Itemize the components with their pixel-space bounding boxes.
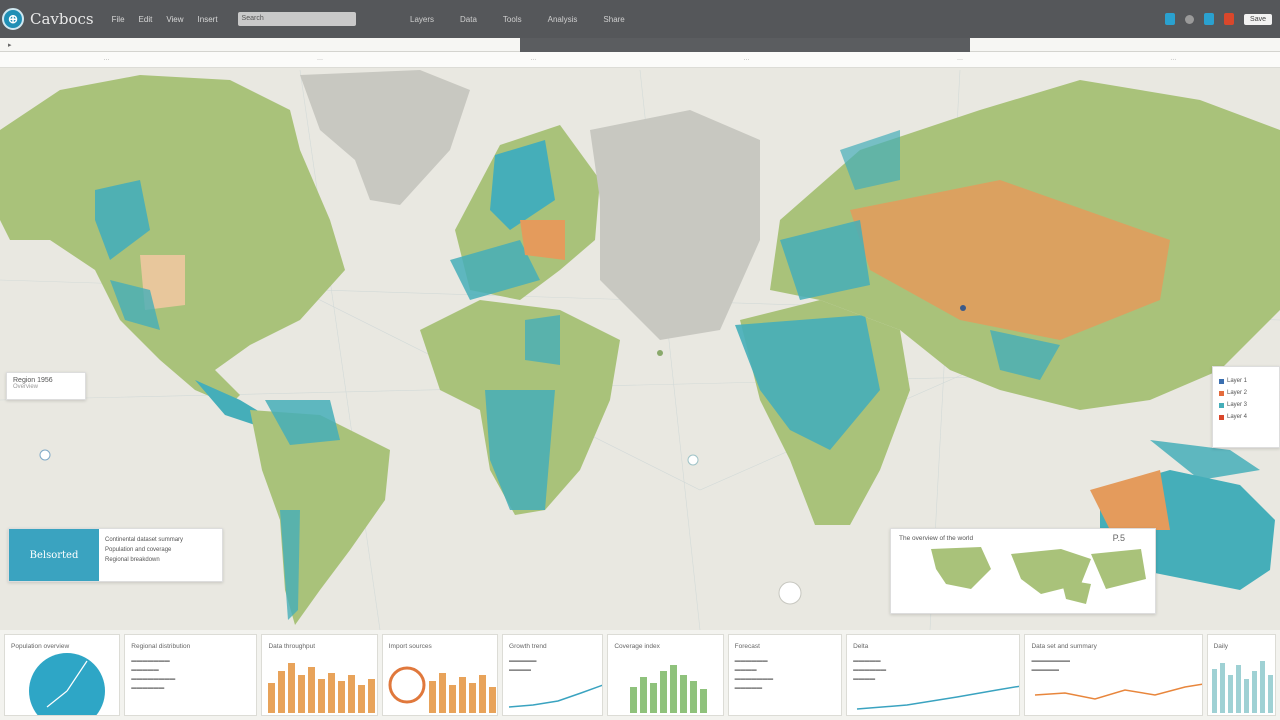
address-bar: ▸ [0, 37, 1280, 52]
feature-card[interactable]: Belsorted Continental dataset summary Po… [8, 528, 223, 582]
tab-5[interactable]: ··· [957, 57, 963, 63]
tab-1[interactable]: ··· [104, 57, 110, 63]
bar-chart-green [630, 665, 708, 713]
region-card[interactable]: Region 1956 Overview [6, 372, 86, 400]
tab-strip: ··· ··· ··· ··· ··· ··· [0, 52, 1280, 68]
user-icon[interactable] [1185, 14, 1195, 24]
line-chart-teal [508, 684, 603, 708]
legend-item: Layer 3 [1219, 399, 1273, 411]
app-logo-icon[interactable]: ⊕ [2, 8, 24, 30]
address-field[interactable] [520, 37, 970, 52]
legend-swatch [1219, 378, 1224, 384]
feature-card-line: Population and coverage [105, 547, 172, 553]
bar-chart-mixed [1211, 661, 1273, 713]
line-chart-orange [1035, 683, 1202, 700]
top-right-controls: Save [1165, 0, 1272, 38]
panel-text[interactable]: Regional distribution ▬▬▬▬▬▬▬ ▬▬▬▬▬ ▬▬▬▬▬▬… [124, 634, 258, 716]
toolbar-share[interactable]: Share [603, 15, 624, 24]
app-brand: Cavbocs [30, 10, 94, 28]
tab-6[interactable]: ··· [1170, 57, 1176, 63]
map-legend[interactable]: Layer 1 Layer 2 Layer 3 Layer 4 [1212, 366, 1280, 448]
alert-icon[interactable] [1224, 13, 1235, 25]
save-button[interactable]: Save [1244, 13, 1272, 25]
panel-lines: ▬▬▬▬▬▬ ▬▬▬▬ ▬▬▬▬▬▬▬ ▬▬▬▬▬ [734, 658, 774, 691]
toolbar-analysis[interactable]: Analysis [548, 15, 578, 24]
menu-bar: File Edit View Insert [112, 15, 218, 24]
menu-edit[interactable]: Edit [139, 15, 153, 24]
layers-icon[interactable] [1165, 13, 1176, 25]
legend-item: Layer 1 [1219, 375, 1273, 387]
map-marker [960, 305, 966, 311]
panel-bars-circle[interactable]: Import sources [381, 634, 499, 716]
tab-2[interactable]: ··· [317, 57, 323, 63]
panel-text-2[interactable]: Forecast ▬▬▬▬▬▬ ▬▬▬▬ ▬▬▬▬▬▬▬ ▬▬▬▬▬ [727, 634, 843, 716]
feature-card-title: Belsorted [29, 549, 79, 561]
map-marker [657, 350, 663, 356]
menu-file[interactable]: File [112, 15, 125, 24]
map-marker [778, 581, 802, 605]
mini-map-card[interactable]: The overview of the world P.5 [890, 528, 1156, 614]
feature-card-body: Continental dataset summary Population a… [99, 529, 189, 581]
subbar-label: ▸ [8, 41, 12, 49]
panel-bars-green[interactable]: Coverage index [607, 634, 724, 716]
panel-text-line-orange[interactable]: Data set and summary ▬▬▬▬▬▬▬ ▬▬▬▬▬ [1024, 634, 1203, 716]
map-marker [39, 449, 51, 461]
legend-swatch [1219, 390, 1224, 396]
bar-chart-orange [268, 663, 376, 713]
legend-label: Layer 4 [1227, 414, 1248, 420]
region-card-sub: Overview [13, 384, 39, 390]
legend-swatch [1219, 414, 1224, 420]
menu-insert[interactable]: Insert [198, 15, 218, 24]
gauge-chart [29, 653, 105, 715]
region-card-title: Region 1956 [13, 377, 53, 384]
tab-3[interactable]: ··· [530, 57, 536, 63]
map-marker [687, 454, 699, 466]
line-chart-teal-2 [857, 685, 1020, 710]
feature-card-line: Continental dataset summary [105, 537, 184, 543]
menu-view[interactable]: View [166, 15, 183, 24]
legend-label: Layer 2 [1227, 390, 1248, 396]
panel-title: Forecast [734, 643, 760, 650]
dashboard-panels: Population overview Regional distributio… [0, 630, 1280, 720]
mini-map-title: The overview of the world [899, 535, 974, 542]
tab-4[interactable]: ··· [744, 57, 750, 63]
bar-chart-with-ring [388, 666, 496, 713]
legend-swatch [1219, 402, 1224, 408]
panel-gauge[interactable]: Population overview [4, 634, 121, 716]
toolbar-tools[interactable]: Tools [503, 15, 522, 24]
search-input[interactable]: Search [237, 12, 356, 26]
toolbar-layers[interactable]: Layers [410, 15, 434, 24]
toolbar-actions: Layers Data Tools Analysis Share [410, 0, 625, 38]
feature-card-line: Regional breakdown [105, 557, 160, 563]
mini-map-value: P.5 [1112, 533, 1125, 543]
legend-item: Layer 2 [1219, 387, 1273, 399]
legend-label: Layer 1 [1227, 378, 1248, 384]
legend-label: Layer 3 [1227, 402, 1248, 408]
settings-icon[interactable] [1204, 13, 1215, 25]
toolbar-data[interactable]: Data [460, 15, 477, 24]
panel-lines: ▬▬▬▬▬▬▬ ▬▬▬▬▬ ▬▬▬▬▬▬▬▬ ▬▬▬▬▬▬ [131, 658, 176, 691]
panel-bars-orange[interactable]: Data throughput [261, 634, 378, 716]
panel-bars-mixed[interactable]: Daily [1206, 634, 1277, 716]
panel-line-teal-2[interactable]: Delta ▬▬▬▬▬ ▬▬▬▬▬▬ ▬▬▬▬ [846, 634, 1021, 716]
feature-card-accent: Belsorted [9, 529, 99, 581]
top-bar: ⊕ Cavbocs File Edit View Insert Search L… [0, 0, 1280, 38]
legend-item: Layer 4 [1219, 411, 1273, 423]
panel-line-teal[interactable]: Growth trend ▬▬▬▬▬ ▬▬▬▬ [502, 634, 604, 716]
panel-title: Regional distribution [131, 643, 191, 650]
